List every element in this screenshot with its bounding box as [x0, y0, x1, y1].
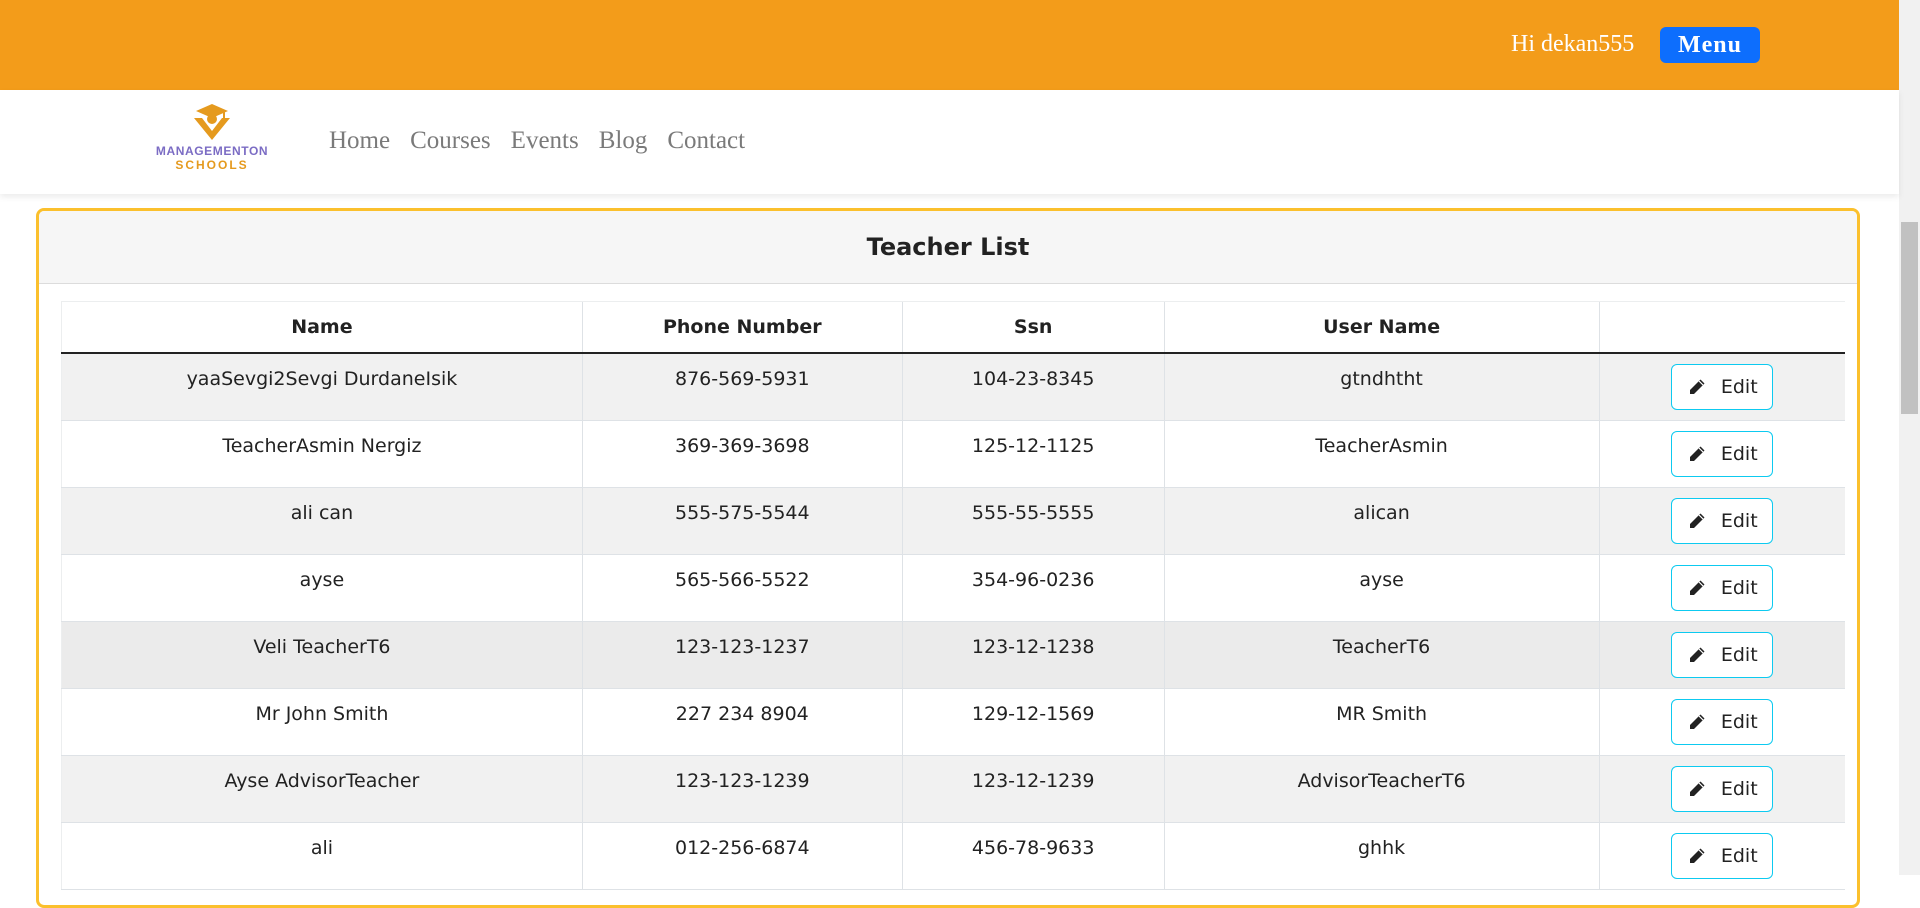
nav-link-home[interactable]: Home [329, 126, 390, 156]
edit-label: Edit [1720, 643, 1758, 666]
cell-ssn: 125-12-1125 [901, 420, 1165, 488]
nav-link-contact[interactable]: Contact [667, 126, 745, 156]
edit-button[interactable]: Edit [1671, 698, 1774, 745]
cell-ssn: 456-78-9633 [901, 822, 1165, 890]
cell-username: ghhk [1163, 822, 1600, 890]
teacher-table-body: yaaSevgi2Sevgi DurdaneIsik 876-569-5931 … [61, 353, 1845, 890]
cell-ssn: 129-12-1569 [901, 688, 1165, 756]
card-title: Teacher List [39, 211, 1857, 284]
user-greeting: Hi dekan555 [1511, 31, 1635, 57]
cell-phone: 227 234 8904 [581, 688, 903, 756]
edit-label: Edit [1720, 710, 1758, 733]
site-logo[interactable]: MANAGEMENTON SCHOOLS [146, 102, 278, 174]
cell-actions: Edit [1598, 420, 1845, 488]
cell-actions: Edit [1598, 487, 1845, 555]
graduate-logo-icon [194, 104, 230, 140]
table-row: ali 012-256-6874 456-78-9633 ghhk Edit [61, 822, 1845, 890]
edit-label: Edit [1720, 376, 1758, 398]
teacher-table: Name Phone Number Ssn User Name yaaSevgi… [61, 301, 1845, 890]
cell-phone: 876-569-5931 [581, 353, 903, 421]
nav-link-blog[interactable]: Blog [599, 126, 648, 156]
cell-username: TeacherT6 [1163, 621, 1600, 689]
top-bar: Hi dekan555 Menu [0, 0, 1899, 90]
cell-name: Ayse AdvisorTeacher [61, 755, 583, 823]
edit-label: Edit [1720, 576, 1758, 599]
edit-button[interactable]: Edit [1671, 497, 1774, 544]
cell-name: ayse [61, 554, 583, 622]
cell-name: Mr John Smith [61, 688, 583, 756]
column-header-name: Name [61, 301, 583, 354]
cell-ssn: 104-23-8345 [901, 353, 1165, 421]
cell-name: TeacherAsmin Nergiz [61, 420, 583, 488]
cell-name: ali can [61, 487, 583, 555]
column-header-ssn: Ssn [901, 301, 1165, 354]
pencil-icon [1689, 848, 1705, 863]
cell-ssn: 123-12-1239 [901, 755, 1165, 823]
cell-phone: 012-256-6874 [581, 822, 903, 890]
column-header-actions [1598, 301, 1845, 354]
cell-phone: 565-566-5522 [581, 554, 903, 622]
edit-label: Edit [1720, 844, 1758, 867]
pencil-icon [1689, 513, 1705, 528]
logo-text-secondary: SCHOOLS [175, 158, 249, 172]
nav-links: Home Courses Events Blog Contact [329, 126, 745, 156]
cell-actions: Edit [1598, 688, 1845, 756]
table-row: Veli TeacherT6 123-123-1237 123-12-1238 … [61, 621, 1845, 689]
edit-button[interactable]: Edit [1671, 364, 1774, 410]
cell-username: gtndhtht [1163, 353, 1600, 421]
cell-phone: 555-575-5544 [581, 487, 903, 555]
nav-link-courses[interactable]: Courses [410, 126, 491, 156]
table-row: TeacherAsmin Nergiz 369-369-3698 125-12-… [61, 420, 1845, 488]
cell-username: ayse [1163, 554, 1600, 622]
main-navbar: MANAGEMENTON SCHOOLS Home Courses Events… [0, 90, 1899, 194]
cell-username: MR Smith [1163, 688, 1600, 756]
cell-actions: Edit [1598, 822, 1845, 890]
cell-ssn: 555-55-5555 [901, 487, 1165, 555]
cell-actions: Edit [1598, 554, 1845, 622]
menu-button[interactable]: Menu [1660, 27, 1760, 63]
logo-text-primary: MANAGEMENTON [155, 144, 269, 158]
table-header-row: Name Phone Number Ssn User Name [61, 301, 1845, 354]
cell-phone: 123-123-1237 [581, 621, 903, 689]
edit-button[interactable]: Edit [1671, 430, 1774, 477]
edit-label: Edit [1720, 777, 1758, 800]
cell-name: Veli TeacherT6 [61, 621, 583, 689]
cell-actions: Edit [1598, 755, 1845, 823]
cell-name: ali [61, 822, 583, 890]
cell-ssn: 123-12-1238 [901, 621, 1165, 689]
cell-actions: Edit [1598, 621, 1845, 689]
cell-ssn: 354-96-0236 [901, 554, 1165, 622]
column-header-username: User Name [1163, 301, 1600, 354]
pencil-icon [1689, 647, 1705, 662]
nav-link-events[interactable]: Events [511, 126, 579, 156]
teacher-list-card: Teacher List Name Phone Number Ssn User … [36, 208, 1860, 908]
table-row: ali can 555-575-5544 555-55-5555 alican … [61, 487, 1845, 555]
edit-button[interactable]: Edit [1671, 765, 1774, 812]
table-row: Mr John Smith 227 234 8904 129-12-1569 M… [61, 688, 1845, 756]
column-header-phone: Phone Number [581, 301, 903, 354]
cell-username: AdvisorTeacherT6 [1163, 755, 1600, 823]
pencil-icon [1689, 580, 1705, 595]
cell-name: yaaSevgi2Sevgi DurdaneIsik [61, 353, 583, 421]
pencil-icon [1689, 379, 1705, 394]
cell-username: TeacherAsmin [1163, 420, 1600, 488]
cell-actions: Edit [1598, 353, 1845, 421]
table-row: ayse 565-566-5522 354-96-0236 ayse Edit [61, 554, 1845, 622]
table-row: Ayse AdvisorTeacher 123-123-1239 123-12-… [61, 755, 1845, 823]
edit-label: Edit [1720, 442, 1758, 465]
table-row: yaaSevgi2Sevgi DurdaneIsik 876-569-5931 … [61, 353, 1845, 421]
edit-button[interactable]: Edit [1671, 832, 1774, 879]
pencil-icon [1689, 781, 1705, 796]
edit-button[interactable]: Edit [1671, 631, 1774, 678]
edit-label: Edit [1720, 509, 1758, 532]
cell-phone: 369-369-3698 [581, 420, 903, 488]
page-scrollbar[interactable] [1899, 0, 1920, 875]
cell-phone: 123-123-1239 [581, 755, 903, 823]
cell-username: alican [1163, 487, 1600, 555]
pencil-icon [1689, 446, 1705, 461]
edit-button[interactable]: Edit [1671, 564, 1774, 611]
scrollbar-thumb[interactable] [1901, 222, 1918, 414]
pencil-icon [1689, 714, 1705, 729]
